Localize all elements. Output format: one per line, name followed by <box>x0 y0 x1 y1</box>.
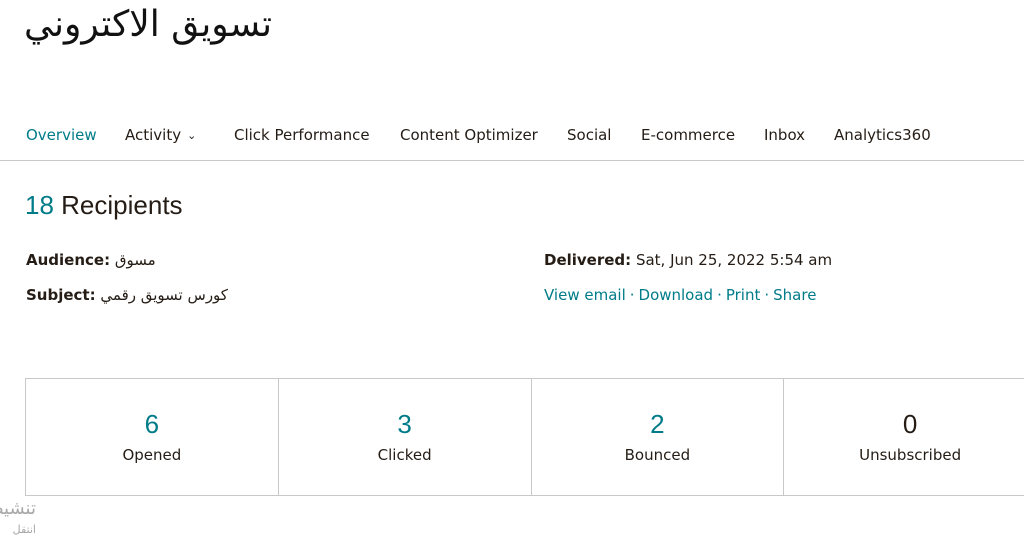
tab-social[interactable]: Social <box>567 126 611 144</box>
stats-panel: 6 Opened 3 Clicked 2 Bounced 0 Unsubscri… <box>25 378 1024 496</box>
print-link[interactable]: Print <box>726 286 761 304</box>
activation-watermark: تنشيط انتقل <box>0 498 36 536</box>
recipients-count: 18 <box>25 190 54 220</box>
separator: · <box>717 286 722 304</box>
tab-content-optimizer[interactable]: Content Optimizer <box>400 126 538 144</box>
audience-label: Audience: <box>26 251 111 269</box>
stat-label: Unsubscribed <box>859 446 962 464</box>
tab-click-performance[interactable]: Click Performance <box>234 126 370 144</box>
subject-row: Subject: كورس تسويق رقمي <box>26 286 228 304</box>
campaign-title: تسويق الاكتروني <box>24 4 273 45</box>
watermark-line1: تنشيط <box>0 498 36 519</box>
recipients-label: Recipients <box>61 190 183 220</box>
tab-activity[interactable]: Activity ⌄ <box>125 126 196 144</box>
separator: · <box>764 286 770 304</box>
stat-value: 6 <box>144 409 160 439</box>
stat-label: Opened <box>122 446 182 464</box>
stat-label: Clicked <box>377 446 432 464</box>
campaign-actions: View email · Download · Print · Share <box>544 286 816 304</box>
stat-value: 0 <box>902 409 918 439</box>
delivered-row: Delivered: Sat, Jun 25, 2022 5:54 am <box>544 251 832 269</box>
share-link[interactable]: Share <box>773 286 816 304</box>
recipients-heading: 18 Recipients <box>25 190 183 221</box>
report-tabs: Overview Activity ⌄ Click Performance Con… <box>0 116 1024 161</box>
download-link[interactable]: Download <box>639 286 714 304</box>
subject-label: Subject: <box>26 286 96 304</box>
watermark-line2: انتقل <box>12 523 36 536</box>
audience-row: Audience: مسوق <box>26 251 156 269</box>
delivered-value: Sat, Jun 25, 2022 5:54 am <box>635 251 833 269</box>
stat-label: Bounced <box>624 446 691 464</box>
chevron-down-icon: ⌄ <box>187 129 197 142</box>
stat-value: 3 <box>397 409 412 439</box>
tab-ecommerce[interactable]: E-commerce <box>641 126 735 144</box>
tab-inbox[interactable]: Inbox <box>764 126 805 144</box>
view-email-link[interactable]: View email <box>544 286 626 304</box>
stat-clicked[interactable]: 3 Clicked <box>279 379 532 495</box>
stat-opened[interactable]: 6 Opened <box>26 379 279 495</box>
audience-value: مسوق <box>114 251 156 269</box>
tab-activity-label: Activity <box>125 126 182 144</box>
stat-value: 2 <box>650 409 665 439</box>
tab-overview[interactable]: Overview <box>26 126 97 144</box>
subject-value: كورس تسويق رقمي <box>100 286 228 304</box>
stat-unsubscribed[interactable]: 0 Unsubscribed <box>784 379 1024 495</box>
delivered-label: Delivered: <box>544 251 632 269</box>
stat-bounced[interactable]: 2 Bounced <box>532 379 785 495</box>
tab-analytics360[interactable]: Analytics360 <box>834 126 931 144</box>
separator: · <box>629 286 635 304</box>
